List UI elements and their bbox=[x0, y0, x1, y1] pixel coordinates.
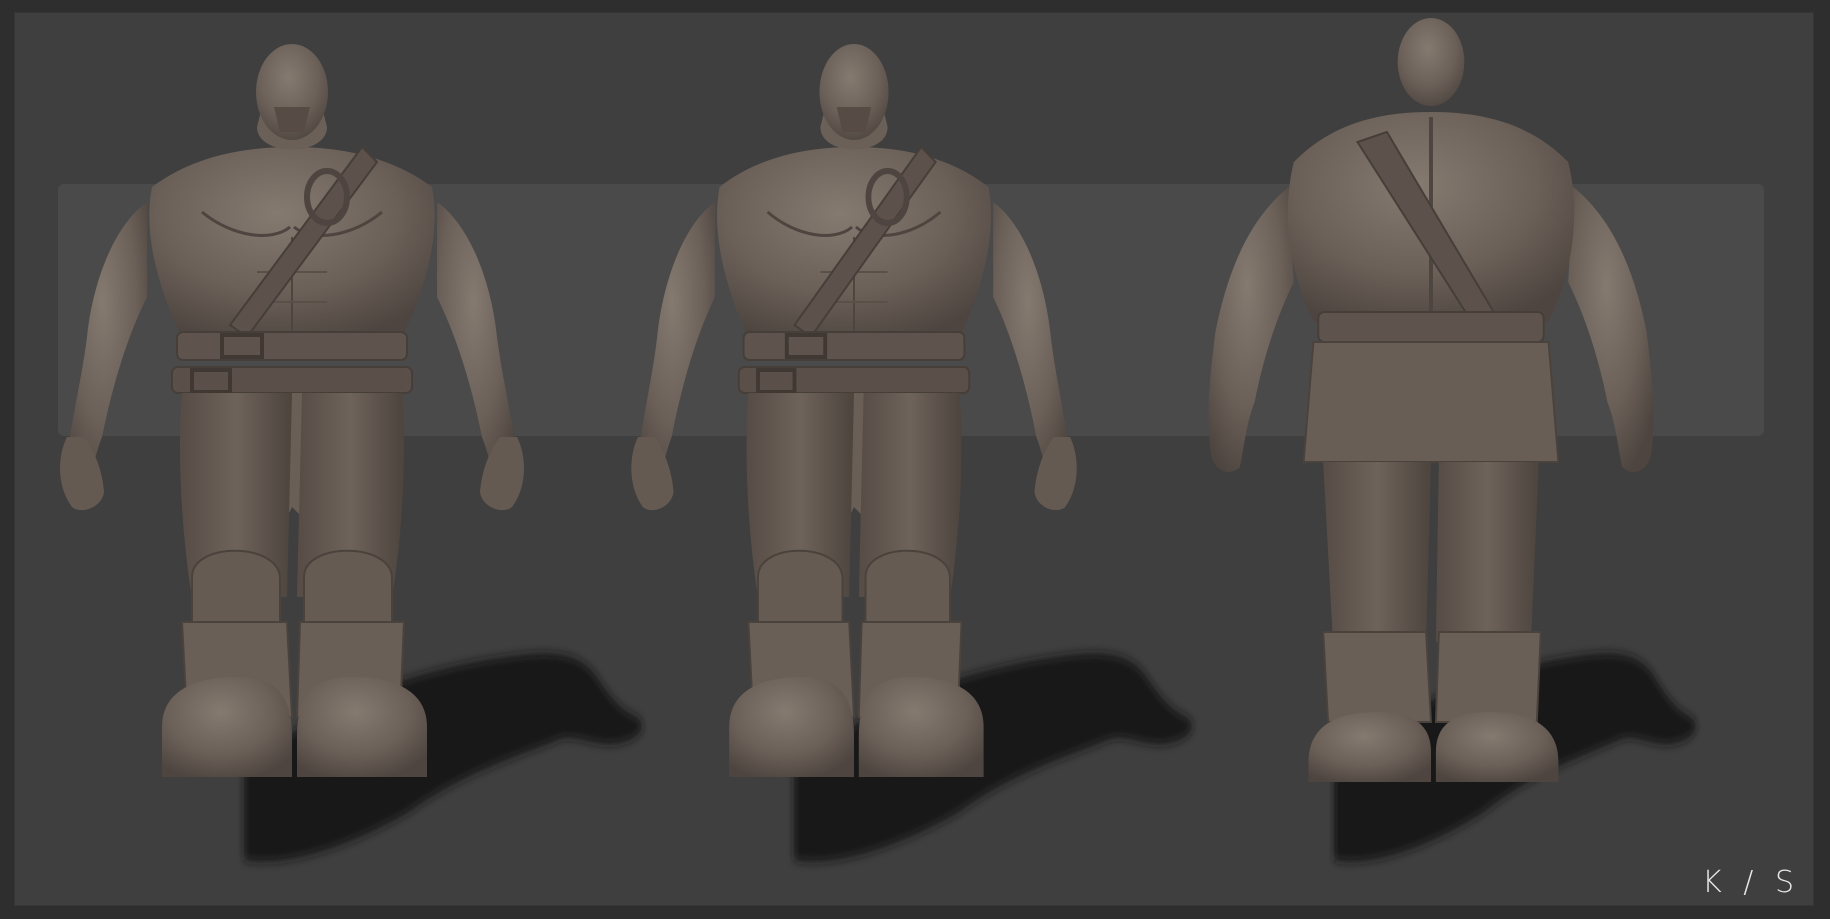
figure-back-view bbox=[1206, 16, 1697, 862]
figure-three-quarter-view bbox=[631, 44, 1193, 862]
artist-signature: K / S bbox=[1702, 865, 1800, 900]
render-frame: K / S bbox=[14, 12, 1814, 906]
sculpt-scene bbox=[14, 16, 1697, 862]
figure-front-view bbox=[60, 44, 643, 862]
